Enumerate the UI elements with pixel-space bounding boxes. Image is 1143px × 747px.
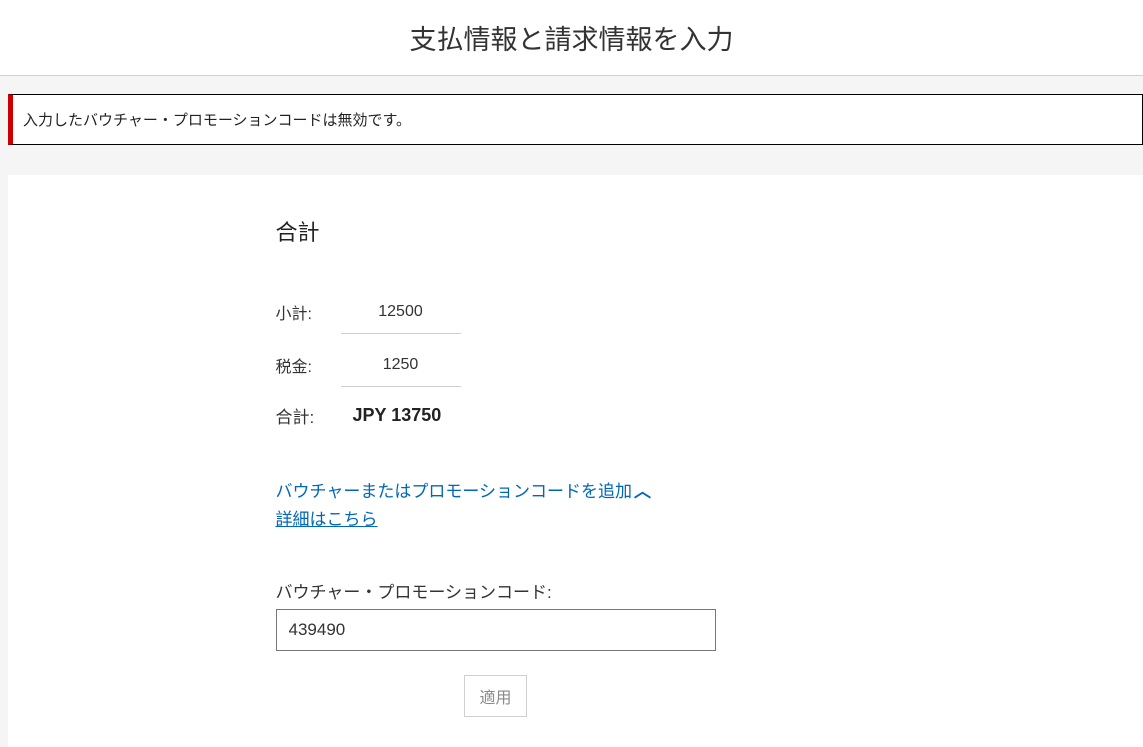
subtotal-label: 小計: bbox=[276, 300, 341, 324]
summary-heading: 合計 bbox=[276, 215, 886, 247]
chevron-up-icon: ︿ bbox=[634, 478, 651, 505]
promo-field-label: バウチャー・プロモーションコード: bbox=[276, 578, 886, 603]
error-alert-text: 入力したバウチャー・プロモーションコードは無効です。 bbox=[23, 109, 1132, 130]
subtotal-value: 12500 bbox=[341, 297, 461, 327]
row-divider bbox=[341, 333, 461, 334]
total-row: 合計: JPY 13750 bbox=[276, 393, 886, 438]
apply-button[interactable]: 適用 bbox=[464, 675, 526, 717]
promo-toggle-label: バウチャーまたはプロモーションコードを追加 bbox=[276, 478, 633, 505]
promo-code-input[interactable] bbox=[276, 609, 716, 651]
tax-value: 1250 bbox=[341, 350, 461, 380]
promo-field-block: バウチャー・プロモーションコード: 適用 bbox=[276, 578, 886, 717]
promo-links: バウチャーまたはプロモーションコードを追加 ︿ 詳細はこちら bbox=[276, 478, 886, 533]
promo-details-link[interactable]: 詳細はこちら bbox=[276, 506, 378, 533]
total-label: 合計: bbox=[276, 403, 341, 428]
summary-card: 合計 小計: 12500 税金: 1250 合計: JPY 13750 バウチャ… bbox=[8, 175, 1143, 747]
page-title: 支払情報と請求情報を入力 bbox=[0, 0, 1143, 75]
error-alert: 入力したバウチャー・プロモーションコードは無効です。 bbox=[8, 94, 1143, 145]
divider bbox=[0, 75, 1143, 76]
subtotal-row: 小計: 12500 bbox=[276, 287, 886, 337]
tax-label: 税金: bbox=[276, 353, 341, 377]
tax-row: 税金: 1250 bbox=[276, 340, 886, 390]
total-value: JPY 13750 bbox=[353, 405, 442, 426]
row-divider bbox=[341, 386, 461, 387]
promo-toggle[interactable]: バウチャーまたはプロモーションコードを追加 ︿ bbox=[276, 478, 652, 505]
